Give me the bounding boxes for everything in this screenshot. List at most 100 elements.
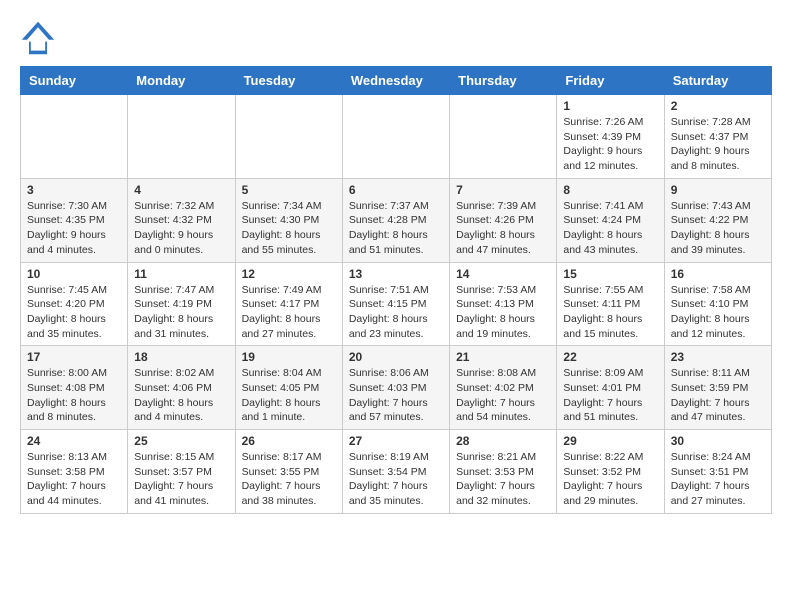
day-info: Sunrise: 8:13 AM Sunset: 3:58 PM Dayligh… [27,450,121,509]
calendar-cell: 13 Sunrise: 7:51 AM Sunset: 4:15 PM Dayli… [342,262,449,346]
day-info: Sunrise: 7:53 AM Sunset: 4:13 PM Dayligh… [456,283,550,342]
day-info: Sunrise: 7:49 AM Sunset: 4:17 PM Dayligh… [242,283,336,342]
header [20,20,772,56]
calendar-cell: 16Sunrise: 7:58 AM Sunset: 4:10 PM Dayli… [664,262,771,346]
day-info: Sunrise: 7:34 AM Sunset: 4:30 PM Dayligh… [242,199,336,258]
weekday-header-thursday: Thursday [450,67,557,95]
day-number: 11 [134,267,228,281]
day-info: Sunrise: 8:11 AM Sunset: 3:59 PM Dayligh… [671,366,765,425]
day-number: 1 [563,99,657,113]
day-info: Sunrise: 8:22 AM Sunset: 3:52 PM Dayligh… [563,450,657,509]
calendar-cell: 15Sunrise: 7:55 AM Sunset: 4:11 PM Dayli… [557,262,664,346]
calendar: SundayMondayTuesdayWednesdayThursdayFrid… [20,66,772,514]
weekday-header-row: SundayMondayTuesdayWednesdayThursdayFrid… [21,67,772,95]
calendar-cell: 29Sunrise: 8:22 AM Sunset: 3:52 PM Dayli… [557,430,664,514]
day-number: 12 [242,267,336,281]
day-info: Sunrise: 8:08 AM Sunset: 4:02 PM Dayligh… [456,366,550,425]
calendar-cell: 23 Sunrise: 8:11 AM Sunset: 3:59 PM Dayli… [664,346,771,430]
calendar-cell [450,95,557,179]
calendar-cell: 4 Sunrise: 7:32 AM Sunset: 4:32 PM Daylig… [128,178,235,262]
day-info: Sunrise: 8:02 AM Sunset: 4:06 PM Dayligh… [134,366,228,425]
calendar-cell: 9 Sunrise: 7:43 AM Sunset: 4:22 PM Daylig… [664,178,771,262]
day-number: 5 [242,183,336,197]
calendar-week-3: 10Sunrise: 7:45 AM Sunset: 4:20 PM Dayli… [21,262,772,346]
day-info: Sunrise: 7:55 AM Sunset: 4:11 PM Dayligh… [563,283,657,342]
day-number: 8 [563,183,657,197]
calendar-cell: 1Sunrise: 7:26 AM Sunset: 4:39 PM Daylig… [557,95,664,179]
weekday-header-wednesday: Wednesday [342,67,449,95]
day-number: 21 [456,350,550,364]
day-info: Sunrise: 7:30 AM Sunset: 4:35 PM Dayligh… [27,199,121,258]
calendar-cell: 20 Sunrise: 8:06 AM Sunset: 4:03 PM Dayli… [342,346,449,430]
calendar-week-1: 1Sunrise: 7:26 AM Sunset: 4:39 PM Daylig… [21,95,772,179]
weekday-header-saturday: Saturday [664,67,771,95]
day-info: Sunrise: 8:21 AM Sunset: 3:53 PM Dayligh… [456,450,550,509]
day-info: Sunrise: 7:41 AM Sunset: 4:24 PM Dayligh… [563,199,657,258]
day-info: Sunrise: 8:24 AM Sunset: 3:51 PM Dayligh… [671,450,765,509]
logo-icon [20,20,56,56]
day-number: 2 [671,99,765,113]
calendar-cell: 14 Sunrise: 7:53 AM Sunset: 4:13 PM Dayli… [450,262,557,346]
day-number: 23 [671,350,765,364]
day-info: Sunrise: 7:51 AM Sunset: 4:15 PM Dayligh… [349,283,443,342]
calendar-cell: 17 Sunrise: 8:00 AM Sunset: 4:08 PM Dayli… [21,346,128,430]
calendar-cell [21,95,128,179]
day-number: 17 [27,350,121,364]
day-info: Sunrise: 7:37 AM Sunset: 4:28 PM Dayligh… [349,199,443,258]
calendar-cell: 7Sunrise: 7:39 AM Sunset: 4:26 PM Daylig… [450,178,557,262]
day-info: Sunrise: 8:04 AM Sunset: 4:05 PM Dayligh… [242,366,336,425]
day-info: Sunrise: 8:19 AM Sunset: 3:54 PM Dayligh… [349,450,443,509]
day-info: Sunrise: 7:47 AM Sunset: 4:19 PM Dayligh… [134,283,228,342]
day-number: 3 [27,183,121,197]
calendar-cell: 8 Sunrise: 7:41 AM Sunset: 4:24 PM Daylig… [557,178,664,262]
calendar-week-2: 3 Sunrise: 7:30 AM Sunset: 4:35 PM Daylig… [21,178,772,262]
day-number: 27 [349,434,443,448]
day-number: 25 [134,434,228,448]
day-number: 6 [349,183,443,197]
day-number: 26 [242,434,336,448]
calendar-cell: 19 Sunrise: 8:04 AM Sunset: 4:05 PM Dayli… [235,346,342,430]
calendar-cell: 2 Sunrise: 7:28 AM Sunset: 4:37 PM Daylig… [664,95,771,179]
day-info: Sunrise: 8:17 AM Sunset: 3:55 PM Dayligh… [242,450,336,509]
day-info: Sunrise: 8:06 AM Sunset: 4:03 PM Dayligh… [349,366,443,425]
day-number: 10 [27,267,121,281]
calendar-cell: 30 Sunrise: 8:24 AM Sunset: 3:51 PM Dayli… [664,430,771,514]
day-info: Sunrise: 7:39 AM Sunset: 4:26 PM Dayligh… [456,199,550,258]
day-number: 4 [134,183,228,197]
day-number: 14 [456,267,550,281]
weekday-header-sunday: Sunday [21,67,128,95]
day-info: Sunrise: 8:09 AM Sunset: 4:01 PM Dayligh… [563,366,657,425]
day-info: Sunrise: 8:15 AM Sunset: 3:57 PM Dayligh… [134,450,228,509]
calendar-cell: 10Sunrise: 7:45 AM Sunset: 4:20 PM Dayli… [21,262,128,346]
day-number: 16 [671,267,765,281]
calendar-cell: 18 Sunrise: 8:02 AM Sunset: 4:06 PM Dayli… [128,346,235,430]
weekday-header-monday: Monday [128,67,235,95]
calendar-cell: 3 Sunrise: 7:30 AM Sunset: 4:35 PM Daylig… [21,178,128,262]
calendar-cell: 28Sunrise: 8:21 AM Sunset: 3:53 PM Dayli… [450,430,557,514]
weekday-header-friday: Friday [557,67,664,95]
day-info: Sunrise: 7:32 AM Sunset: 4:32 PM Dayligh… [134,199,228,258]
calendar-cell: 22Sunrise: 8:09 AM Sunset: 4:01 PM Dayli… [557,346,664,430]
logo [20,20,60,56]
calendar-cell: 24 Sunrise: 8:13 AM Sunset: 3:58 PM Dayli… [21,430,128,514]
day-number: 30 [671,434,765,448]
calendar-cell [342,95,449,179]
day-number: 9 [671,183,765,197]
day-info: Sunrise: 7:28 AM Sunset: 4:37 PM Dayligh… [671,115,765,174]
day-number: 19 [242,350,336,364]
calendar-cell: 6 Sunrise: 7:37 AM Sunset: 4:28 PM Daylig… [342,178,449,262]
day-info: Sunrise: 8:00 AM Sunset: 4:08 PM Dayligh… [27,366,121,425]
day-info: Sunrise: 7:43 AM Sunset: 4:22 PM Dayligh… [671,199,765,258]
calendar-cell [235,95,342,179]
calendar-week-4: 17 Sunrise: 8:00 AM Sunset: 4:08 PM Dayli… [21,346,772,430]
calendar-cell: 26 Sunrise: 8:17 AM Sunset: 3:55 PM Dayli… [235,430,342,514]
calendar-cell: 27 Sunrise: 8:19 AM Sunset: 3:54 PM Dayli… [342,430,449,514]
day-number: 13 [349,267,443,281]
day-number: 18 [134,350,228,364]
weekday-header-tuesday: Tuesday [235,67,342,95]
calendar-cell: 25 Sunrise: 8:15 AM Sunset: 3:57 PM Dayli… [128,430,235,514]
calendar-cell: 21 Sunrise: 8:08 AM Sunset: 4:02 PM Dayli… [450,346,557,430]
calendar-cell [128,95,235,179]
day-number: 20 [349,350,443,364]
day-number: 24 [27,434,121,448]
